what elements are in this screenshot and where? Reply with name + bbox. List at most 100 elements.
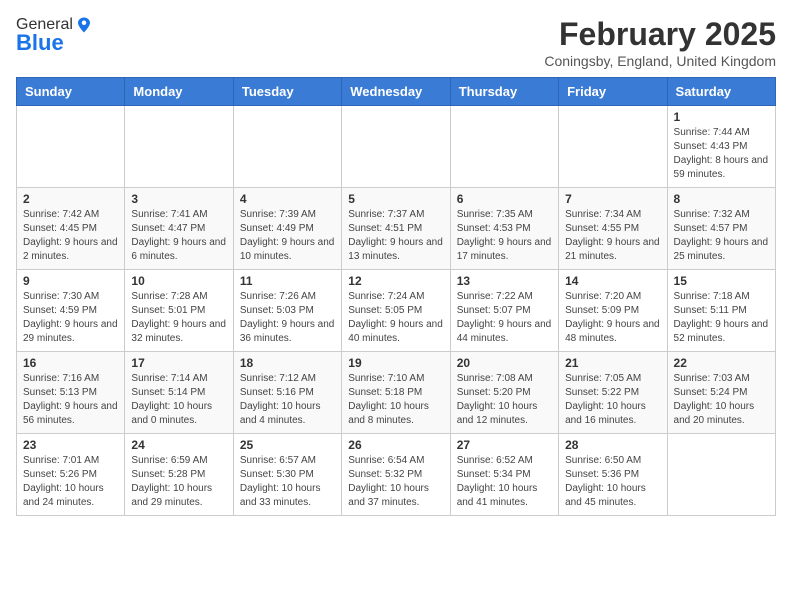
calendar-cell <box>17 106 125 188</box>
weekday-header-thursday: Thursday <box>450 78 558 106</box>
day-info: Sunrise: 7:28 AM Sunset: 5:01 PM Dayligh… <box>131 290 226 346</box>
calendar-week-row: 16Sunrise: 7:16 AM Sunset: 5:13 PM Dayli… <box>17 352 776 434</box>
weekday-header-monday: Monday <box>125 78 233 106</box>
calendar-cell: 13 Sunrise: 7:22 AM Sunset: 5:07 PM Dayli… <box>450 270 558 352</box>
day-number: 20 <box>457 356 552 370</box>
calendar-cell: 28 Sunrise: 6:50 AM Sunset: 5:36 PM Dayli… <box>559 434 667 516</box>
day-info: Sunrise: 6:52 AM Sunset: 5:34 PM Dayligh… <box>457 454 552 510</box>
calendar-cell: 24 Sunrise: 6:59 AM Sunset: 5:28 PM Dayli… <box>125 434 233 516</box>
calendar-cell: 6 Sunrise: 7:35 AM Sunset: 4:53 PM Daylig… <box>450 188 558 270</box>
day-number: 21 <box>565 356 660 370</box>
day-number: 27 <box>457 438 552 452</box>
location-text: Coningsby, England, United Kingdom <box>544 53 776 69</box>
calendar-cell: 20Sunrise: 7:08 AM Sunset: 5:20 PM Dayli… <box>450 352 558 434</box>
logo-icon <box>75 16 93 34</box>
day-number: 9 <box>23 274 118 288</box>
day-number: 28 <box>565 438 660 452</box>
calendar-cell: 11 Sunrise: 7:26 AM Sunset: 5:03 PM Dayli… <box>233 270 341 352</box>
day-info: Sunrise: 7:03 AM Sunset: 5:24 PM Dayligh… <box>674 372 769 428</box>
weekday-header-wednesday: Wednesday <box>342 78 450 106</box>
calendar-cell: 10 Sunrise: 7:28 AM Sunset: 5:01 PM Dayli… <box>125 270 233 352</box>
day-number: 14 <box>565 274 660 288</box>
calendar-cell: 3 Sunrise: 7:41 AM Sunset: 4:47 PM Daylig… <box>125 188 233 270</box>
weekday-header-sunday: Sunday <box>17 78 125 106</box>
day-info: Sunrise: 7:12 AM Sunset: 5:16 PM Dayligh… <box>240 372 335 428</box>
day-info: Sunrise: 7:01 AM Sunset: 5:26 PM Dayligh… <box>23 454 118 510</box>
calendar-cell: 23 Sunrise: 7:01 AM Sunset: 5:26 PM Dayli… <box>17 434 125 516</box>
calendar-cell: 7 Sunrise: 7:34 AM Sunset: 4:55 PM Daylig… <box>559 188 667 270</box>
calendar-body: 1Sunrise: 7:44 AM Sunset: 4:43 PM Daylig… <box>17 106 776 516</box>
day-number: 2 <box>23 192 118 206</box>
calendar-cell: 1Sunrise: 7:44 AM Sunset: 4:43 PM Daylig… <box>667 106 775 188</box>
calendar-week-row: 9 Sunrise: 7:30 AM Sunset: 4:59 PM Daylig… <box>17 270 776 352</box>
day-info: Sunrise: 7:35 AM Sunset: 4:53 PM Dayligh… <box>457 208 552 264</box>
day-info: Sunrise: 7:05 AM Sunset: 5:22 PM Dayligh… <box>565 372 660 428</box>
day-info: Sunrise: 7:39 AM Sunset: 4:49 PM Dayligh… <box>240 208 335 264</box>
day-info: Sunrise: 7:18 AM Sunset: 5:11 PM Dayligh… <box>674 290 769 346</box>
calendar-cell: 4 Sunrise: 7:39 AM Sunset: 4:49 PM Daylig… <box>233 188 341 270</box>
day-info: Sunrise: 6:59 AM Sunset: 5:28 PM Dayligh… <box>131 454 226 510</box>
calendar-cell <box>342 106 450 188</box>
day-info: Sunrise: 7:32 AM Sunset: 4:57 PM Dayligh… <box>674 208 769 264</box>
day-info: Sunrise: 7:10 AM Sunset: 5:18 PM Dayligh… <box>348 372 443 428</box>
day-number: 4 <box>240 192 335 206</box>
calendar-cell: 21 Sunrise: 7:05 AM Sunset: 5:22 PM Dayli… <box>559 352 667 434</box>
day-info: Sunrise: 7:34 AM Sunset: 4:55 PM Dayligh… <box>565 208 660 264</box>
logo: General Blue <box>16 16 93 56</box>
day-number: 17 <box>131 356 226 370</box>
day-number: 26 <box>348 438 443 452</box>
day-number: 8 <box>674 192 769 206</box>
day-number: 23 <box>23 438 118 452</box>
day-info: Sunrise: 7:41 AM Sunset: 4:47 PM Dayligh… <box>131 208 226 264</box>
day-info: Sunrise: 7:26 AM Sunset: 5:03 PM Dayligh… <box>240 290 335 346</box>
day-info: Sunrise: 7:14 AM Sunset: 5:14 PM Dayligh… <box>131 372 226 428</box>
calendar-cell: 12Sunrise: 7:24 AM Sunset: 5:05 PM Dayli… <box>342 270 450 352</box>
day-number: 12 <box>348 274 443 288</box>
weekday-header-tuesday: Tuesday <box>233 78 341 106</box>
calendar-week-row: 1Sunrise: 7:44 AM Sunset: 4:43 PM Daylig… <box>17 106 776 188</box>
calendar-cell <box>450 106 558 188</box>
day-info: Sunrise: 7:44 AM Sunset: 4:43 PM Dayligh… <box>674 126 769 182</box>
calendar-cell: 8 Sunrise: 7:32 AM Sunset: 4:57 PM Daylig… <box>667 188 775 270</box>
weekday-header-friday: Friday <box>559 78 667 106</box>
calendar-cell: 9 Sunrise: 7:30 AM Sunset: 4:59 PM Daylig… <box>17 270 125 352</box>
day-number: 6 <box>457 192 552 206</box>
month-title: February 2025 <box>544 16 776 53</box>
day-info: Sunrise: 6:50 AM Sunset: 5:36 PM Dayligh… <box>565 454 660 510</box>
calendar-cell: 17 Sunrise: 7:14 AM Sunset: 5:14 PM Dayli… <box>125 352 233 434</box>
calendar-cell <box>233 106 341 188</box>
calendar-cell <box>559 106 667 188</box>
day-number: 13 <box>457 274 552 288</box>
day-info: Sunrise: 6:54 AM Sunset: 5:32 PM Dayligh… <box>348 454 443 510</box>
day-info: Sunrise: 7:37 AM Sunset: 4:51 PM Dayligh… <box>348 208 443 264</box>
day-info: Sunrise: 7:30 AM Sunset: 4:59 PM Dayligh… <box>23 290 118 346</box>
calendar-cell <box>667 434 775 516</box>
calendar-table: SundayMondayTuesdayWednesdayThursdayFrid… <box>16 77 776 516</box>
day-number: 5 <box>348 192 443 206</box>
day-number: 11 <box>240 274 335 288</box>
calendar-cell: 22Sunrise: 7:03 AM Sunset: 5:24 PM Dayli… <box>667 352 775 434</box>
day-number: 10 <box>131 274 226 288</box>
weekday-header-saturday: Saturday <box>667 78 775 106</box>
day-number: 16 <box>23 356 118 370</box>
day-number: 18 <box>240 356 335 370</box>
day-number: 15 <box>674 274 769 288</box>
day-number: 19 <box>348 356 443 370</box>
calendar-cell: 15 Sunrise: 7:18 AM Sunset: 5:11 PM Dayli… <box>667 270 775 352</box>
calendar-cell <box>125 106 233 188</box>
page-header: General Blue February 2025 Coningsby, En… <box>16 16 776 69</box>
calendar-cell: 26 Sunrise: 6:54 AM Sunset: 5:32 PM Dayli… <box>342 434 450 516</box>
day-info: Sunrise: 7:42 AM Sunset: 4:45 PM Dayligh… <box>23 208 118 264</box>
calendar-header-row: SundayMondayTuesdayWednesdayThursdayFrid… <box>17 78 776 106</box>
calendar-week-row: 23 Sunrise: 7:01 AM Sunset: 5:26 PM Dayli… <box>17 434 776 516</box>
day-info: Sunrise: 7:22 AM Sunset: 5:07 PM Dayligh… <box>457 290 552 346</box>
day-number: 7 <box>565 192 660 206</box>
day-info: Sunrise: 7:20 AM Sunset: 5:09 PM Dayligh… <box>565 290 660 346</box>
calendar-cell: 19 Sunrise: 7:10 AM Sunset: 5:18 PM Dayli… <box>342 352 450 434</box>
day-number: 24 <box>131 438 226 452</box>
calendar-cell: 5 Sunrise: 7:37 AM Sunset: 4:51 PM Daylig… <box>342 188 450 270</box>
calendar-cell: 25Sunrise: 6:57 AM Sunset: 5:30 PM Dayli… <box>233 434 341 516</box>
calendar-week-row: 2 Sunrise: 7:42 AM Sunset: 4:45 PM Daylig… <box>17 188 776 270</box>
day-number: 3 <box>131 192 226 206</box>
calendar-cell: 2 Sunrise: 7:42 AM Sunset: 4:45 PM Daylig… <box>17 188 125 270</box>
